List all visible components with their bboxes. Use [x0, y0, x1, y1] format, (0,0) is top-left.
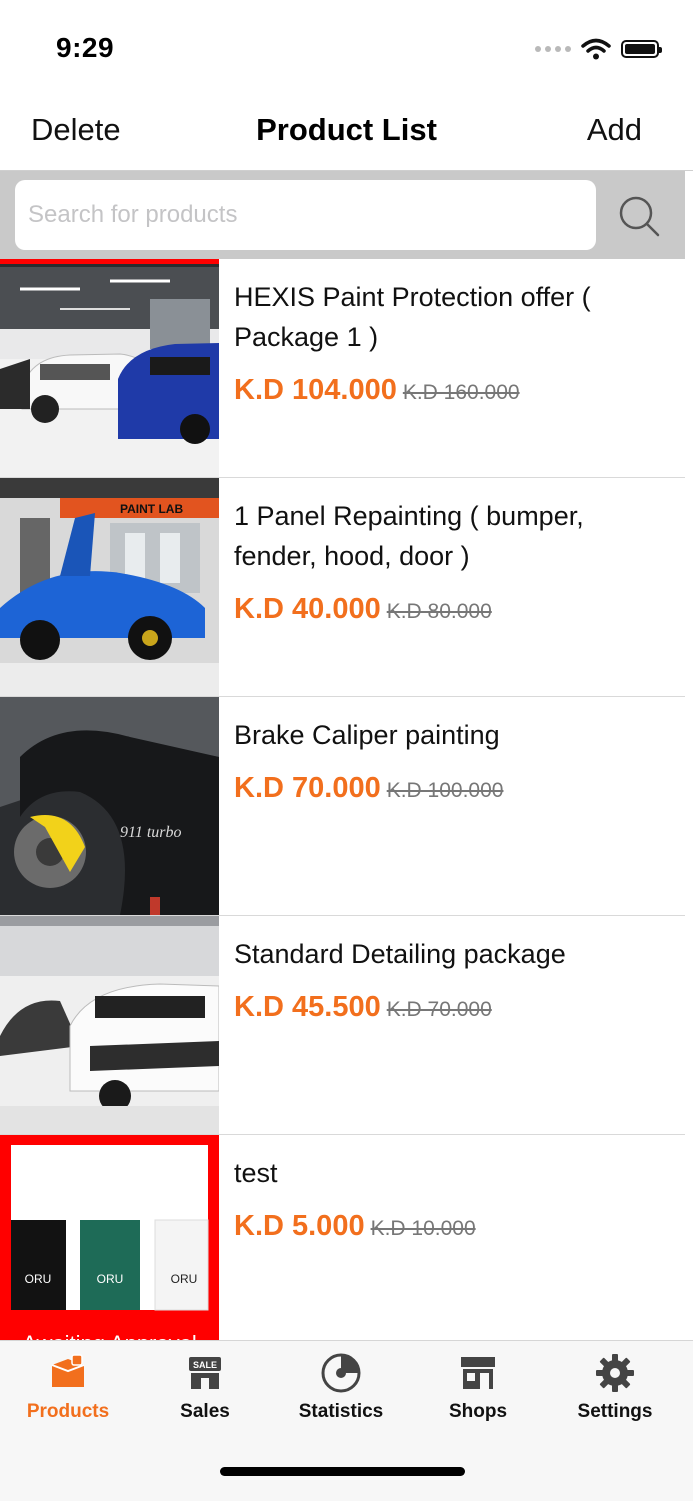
product-old-price: K.D 70.000 — [386, 998, 492, 1021]
tab-products[interactable]: Products — [3, 1351, 133, 1423]
statistics-disc-icon — [321, 1353, 361, 1393]
product-title: 1 Panel Repainting ( bumper, fender, hoo… — [234, 501, 584, 571]
tab-label: Products — [26, 1401, 110, 1422]
status-flag-bar — [0, 259, 219, 264]
product-list: HEXIS Paint Protection offer ( Package 1… — [0, 259, 685, 1340]
search-input[interactable] — [15, 180, 596, 250]
svg-text:SALE: SALE — [193, 1360, 217, 1370]
home-indicator — [220, 1467, 465, 1476]
product-old-price: K.D 10.000 — [370, 1217, 476, 1240]
product-price: K.D 70.000 — [234, 772, 381, 804]
product-row[interactable]: Standard Detailing package K.D 45.500 K.D… — [0, 916, 685, 1135]
tab-sales[interactable]: SALE Sales — [140, 1351, 270, 1423]
product-old-price: K.D 80.000 — [386, 600, 492, 623]
tab-label: Settings — [577, 1401, 653, 1422]
oru-brand-2: ORU — [97, 1272, 124, 1286]
product-price-line: K.D 40.000 K.D 80.000 — [234, 593, 492, 626]
search-button[interactable] — [614, 191, 664, 241]
product-price-line: K.D 45.500 K.D 70.000 — [234, 991, 492, 1024]
product-old-price: K.D 100.000 — [386, 779, 504, 802]
product-price-line: K.D 104.000 K.D 160.000 — [234, 374, 520, 407]
product-price: K.D 40.000 — [234, 593, 381, 625]
product-row[interactable]: ORU ORU ORU Awaiting Approval test K.D 5… — [0, 1135, 685, 1340]
product-price: K.D 45.500 — [234, 991, 381, 1023]
paint-lab-sign: PAINT LAB — [120, 502, 183, 516]
product-price-line: K.D 70.000 K.D 100.000 — [234, 772, 503, 805]
navigation-bar: Delete Product List Add — [0, 96, 693, 171]
product-image-white-urus — [0, 916, 219, 1134]
tab-label: Statistics — [298, 1401, 384, 1422]
product-old-price: K.D 160.000 — [402, 381, 520, 404]
oru-brand-3: ORU — [171, 1272, 198, 1286]
tab-shops[interactable]: Shops — [413, 1351, 543, 1423]
products-box-icon — [51, 1354, 85, 1387]
product-image-yellow-caliper: 911 turbo — [0, 697, 219, 915]
status-badge: Awaiting Approval — [0, 1329, 219, 1340]
add-button[interactable]: Add — [587, 112, 642, 148]
product-row[interactable]: PAINT LAB 1 Panel Repainting ( bumper, f… — [0, 478, 685, 697]
product-title: HEXIS Paint Protection offer ( Package 1… — [234, 282, 591, 352]
product-row[interactable]: 911 turbo Brake Caliper painting K.D 70.… — [0, 697, 685, 916]
sale-store-icon: SALE — [189, 1357, 221, 1389]
status-time: 9:29 — [56, 32, 115, 63]
product-price: K.D 5.000 — [234, 1210, 365, 1242]
tab-settings[interactable]: Settings — [550, 1351, 680, 1423]
search-icon — [619, 196, 660, 237]
product-image-oru-pouches: ORU ORU ORU Awaiting Approval — [0, 1135, 219, 1340]
product-image-blue-lamborghini: PAINT LAB — [0, 478, 219, 696]
tab-label: Sales — [180, 1401, 230, 1422]
wifi-icon — [581, 38, 611, 60]
product-image-garage-cars — [0, 259, 219, 477]
product-price: K.D 104.000 — [234, 374, 397, 406]
caliper-badge-text: 911 turbo — [120, 824, 181, 841]
cellular-signal-icon — [535, 46, 571, 52]
tab-label: Shops — [448, 1401, 508, 1422]
tab-bar: Products SALE Sales Statistics Shops Set… — [0, 1340, 693, 1501]
search-bar — [0, 171, 685, 259]
oru-brand-1: ORU — [25, 1272, 52, 1286]
battery-icon — [621, 40, 662, 58]
status-bar: 9:29 — [0, 0, 693, 96]
shop-storefront-icon — [461, 1357, 495, 1389]
product-row[interactable]: HEXIS Paint Protection offer ( Package 1… — [0, 259, 685, 478]
status-icons — [535, 38, 662, 60]
product-price-line: K.D 5.000 K.D 10.000 — [234, 1210, 476, 1243]
gear-icon — [596, 1354, 634, 1392]
product-title: Standard Detailing package — [234, 939, 566, 969]
product-title: test — [234, 1158, 278, 1188]
product-title: Brake Caliper painting — [234, 720, 500, 750]
tab-statistics[interactable]: Statistics — [276, 1351, 406, 1423]
